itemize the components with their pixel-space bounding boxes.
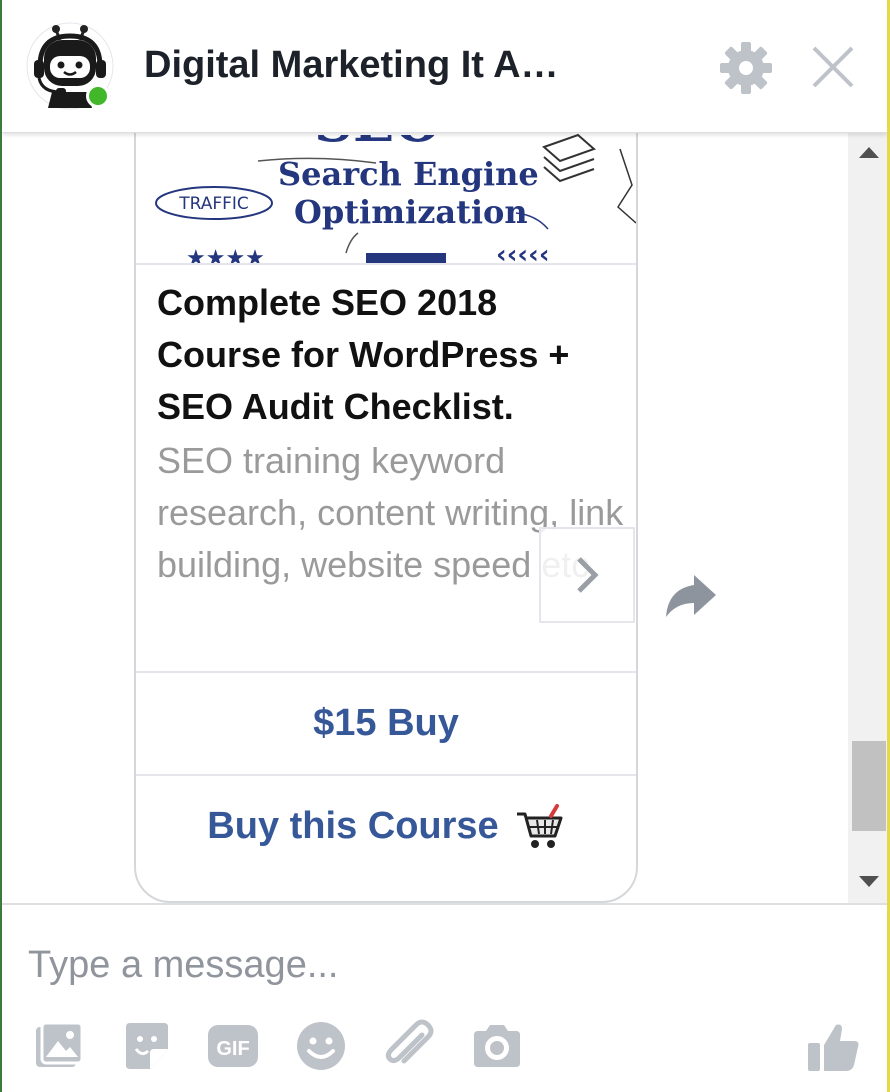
- banner-line2: Optimization: [294, 193, 528, 231]
- thumbs-up-icon[interactable]: [806, 1019, 860, 1073]
- svg-text:‹‹‹‹‹: ‹‹‹‹‹: [496, 240, 550, 263]
- share-icon[interactable]: [662, 571, 718, 619]
- banner-badge: TRAFFIC: [178, 194, 249, 214]
- scroll-down-arrow-icon[interactable]: [858, 875, 880, 889]
- svg-text:★★★★: ★★★★: [186, 246, 265, 263]
- gif-label: GIF: [216, 1038, 249, 1060]
- seo-banner-image: SEO TRAFFIC Search Engine Optimization ★…: [136, 133, 636, 271]
- carousel-next-button[interactable]: [539, 527, 635, 623]
- emoji-icon[interactable]: [294, 1019, 348, 1073]
- buy-15-button[interactable]: $15 Buy: [136, 671, 636, 773]
- message-composer: GIF: [2, 903, 887, 1092]
- buy-15-label: $15 Buy: [313, 701, 459, 744]
- chat-title: Digital Marketing It A…: [144, 44, 559, 86]
- buy-course-button[interactable]: Buy this Course: [136, 774, 636, 876]
- card-title: Complete SEO 2018 Course for WordPress +…: [157, 282, 570, 427]
- attachment-icon[interactable]: [382, 1019, 436, 1073]
- banner-line1: Search Engine: [278, 155, 539, 193]
- scrollbar-thumb[interactable]: [852, 741, 886, 831]
- card-image[interactable]: SEO TRAFFIC Search Engine Optimization ★…: [136, 133, 636, 271]
- chevron-right-icon: [577, 557, 599, 593]
- gif-icon[interactable]: GIF: [206, 1019, 260, 1073]
- chat-window: Digital Marketing It A… SEO: [2, 0, 887, 1092]
- message-input[interactable]: [26, 939, 830, 991]
- image-icon[interactable]: [32, 1019, 86, 1073]
- close-icon[interactable]: [810, 44, 856, 90]
- product-card: SEO TRAFFIC Search Engine Optimization ★…: [134, 133, 638, 903]
- camera-icon[interactable]: [470, 1019, 524, 1073]
- chat-header: Digital Marketing It A…: [2, 0, 887, 133]
- sticker-icon[interactable]: [120, 1019, 174, 1073]
- message-scrollbar[interactable]: [848, 133, 887, 903]
- gear-icon[interactable]: [718, 40, 774, 96]
- shopping-cart-icon: [516, 804, 563, 848]
- buy-course-label: Buy this Course: [207, 804, 499, 847]
- message-list[interactable]: SEO TRAFFIC Search Engine Optimization ★…: [2, 133, 848, 903]
- scroll-up-arrow-icon[interactable]: [858, 145, 880, 159]
- online-status-dot: [86, 84, 110, 108]
- banner-top-text: SEO: [314, 133, 441, 154]
